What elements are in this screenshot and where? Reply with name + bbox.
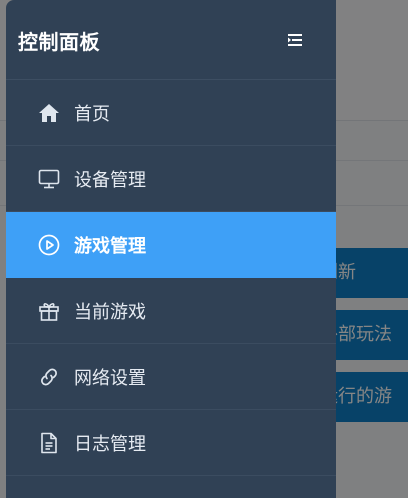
sidebar-item-label: 当前游戏 xyxy=(74,301,146,323)
sidebar-item-label: 设备管理 xyxy=(74,169,146,191)
gift-icon xyxy=(36,298,62,324)
sidebar-item-devices[interactable]: 设备管理 xyxy=(6,146,336,212)
monitor-icon xyxy=(36,166,62,192)
sidebar-item-label: 首页 xyxy=(74,103,110,125)
sidebar-title: 控制面板 xyxy=(18,30,100,54)
menu-fold-icon[interactable] xyxy=(286,31,306,49)
sidebar-item-label: 日志管理 xyxy=(74,433,146,455)
document-icon xyxy=(36,430,62,456)
link-icon xyxy=(36,364,62,390)
sidebar-item-home[interactable]: 首页 xyxy=(6,80,336,146)
sidebar-item-label: 游戏管理 xyxy=(74,235,146,257)
sidebar-header: 控制面板 xyxy=(6,0,336,80)
sidebar-item-network[interactable]: 网络设置 xyxy=(6,344,336,410)
sidebar-item-games[interactable]: 游戏管理 xyxy=(6,212,336,278)
home-icon xyxy=(36,100,62,126)
sidebar-item-logs[interactable]: 日志管理 xyxy=(6,410,336,476)
play-circle-icon xyxy=(36,232,62,258)
sidebar-item-current-game[interactable]: 当前游戏 xyxy=(6,278,336,344)
sidebar-item-label: 网络设置 xyxy=(74,367,146,389)
sidebar: 控制面板 首页 设备管理 游戏管理 当前游戏 网络设置 日志管理 xyxy=(6,0,336,498)
